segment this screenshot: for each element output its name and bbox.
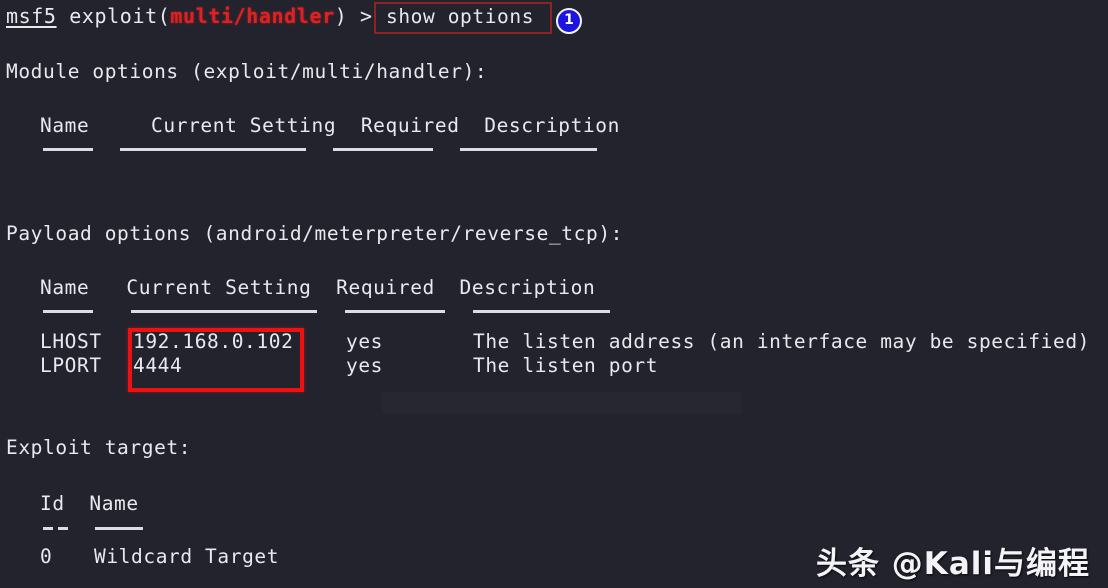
annotation-badge-1: 1 <box>556 8 582 34</box>
lhost-name-cell: LHOST <box>40 330 102 353</box>
module-options-column-headers: Name Current Setting Required Descriptio… <box>40 114 620 137</box>
module-options-title: Module options (exploit/multi/handler): <box>6 60 488 83</box>
shell-prompt-line: msf5 exploit(multi/handler) > <box>6 4 385 28</box>
lport-required-cell: yes <box>346 354 384 377</box>
module-rule-name <box>43 148 93 151</box>
prompt-module-name: multi/handler <box>170 4 335 28</box>
prompt-command-word: exploit <box>69 4 158 28</box>
payload-rule-current-setting <box>131 310 317 313</box>
lport-description-cell: The listen port <box>473 354 659 377</box>
prompt-paren-close: ) <box>334 4 348 28</box>
module-rule-current-setting <box>120 148 306 151</box>
table-row: LPORT 4444 yes The listen port <box>40 354 658 498</box>
exploit-target-title: Exploit target: <box>6 436 192 459</box>
target-name-cell: Wildcard Target <box>94 545 280 568</box>
module-rule-required <box>333 148 433 151</box>
lhost-description-cell: The listen address (an interface may be … <box>473 330 1090 353</box>
module-rule-description <box>460 148 597 151</box>
typed-command-text[interactable]: show options <box>386 5 534 29</box>
watermark: 头条 @Kali与编程 <box>816 546 1090 582</box>
payload-rule-required <box>345 310 445 313</box>
background-artifact <box>382 392 742 414</box>
msf-host-label: msf5 <box>6 4 57 28</box>
prompt-paren-open: ( <box>157 4 171 28</box>
payload-rule-name <box>43 310 93 313</box>
target-id-cell: 0 <box>40 545 53 568</box>
lhost-required-cell: yes <box>346 330 384 353</box>
payload-rule-description <box>473 310 610 313</box>
exploit-target-column-headers: Id Name <box>40 492 139 515</box>
terminal-screen: msf5 exploit(multi/handler) > show optio… <box>0 0 1108 588</box>
target-rule-id-dash-2 <box>58 527 68 530</box>
target-rule-name <box>95 527 143 530</box>
lport-name-cell: LPORT <box>40 354 102 377</box>
payload-options-title: Payload options (android/meterpreter/rev… <box>6 222 623 245</box>
table-row: 0 Wildcard Target <box>40 545 279 588</box>
payload-options-column-headers: Name Current Setting Required Descriptio… <box>40 276 596 299</box>
current-setting-highlight-box <box>128 328 304 392</box>
target-rule-id-dash-1 <box>43 527 53 530</box>
